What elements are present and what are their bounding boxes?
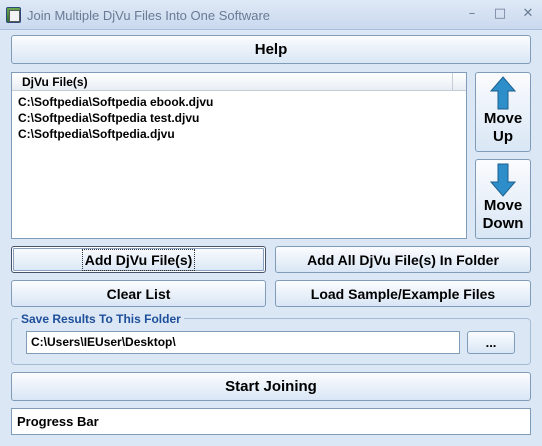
list-header: DjVu File(s) bbox=[12, 73, 466, 91]
move-up-label-line2: Up bbox=[493, 128, 513, 145]
move-down-label-line1: Move bbox=[483, 197, 523, 214]
add-files-label: Add DjVu File(s) bbox=[81, 248, 196, 271]
output-folder-field[interactable]: C:\Users\IEUser\Desktop\ bbox=[26, 331, 460, 354]
title-bar: Join Multiple DjVu Files Into One Softwa… bbox=[0, 0, 542, 30]
arrow-down-icon bbox=[490, 163, 516, 197]
minimize-button[interactable]: – bbox=[464, 6, 480, 22]
add-files-button[interactable]: Add DjVu File(s) bbox=[11, 246, 266, 273]
browse-label: ... bbox=[485, 335, 497, 350]
help-button-label: Help bbox=[254, 41, 288, 58]
clear-list-label: Clear List bbox=[106, 285, 171, 302]
close-button[interactable]: ✕ bbox=[520, 6, 536, 22]
save-results-group-label: Save Results To This Folder bbox=[18, 312, 184, 326]
arrow-up-icon bbox=[490, 76, 516, 110]
move-down-label-line2: Down bbox=[482, 215, 524, 232]
file-list[interactable]: DjVu File(s) C:\Softpedia\Softpedia eboo… bbox=[11, 72, 467, 239]
list-item[interactable]: C:\Softpedia\Softpedia ebook.djvu bbox=[18, 94, 213, 110]
start-joining-label: Start Joining bbox=[225, 378, 317, 395]
move-up-label-line1: Move bbox=[483, 110, 523, 127]
add-folder-label: Add All DjVu File(s) In Folder bbox=[307, 251, 499, 268]
app-icon bbox=[6, 7, 21, 23]
list-item[interactable]: C:\Softpedia\Softpedia.djvu bbox=[18, 126, 175, 142]
browse-button[interactable]: ... bbox=[467, 331, 515, 354]
load-sample-label: Load Sample/Example Files bbox=[310, 285, 496, 302]
move-down-button[interactable]: Move Down bbox=[475, 159, 531, 239]
move-up-button[interactable]: Move Up bbox=[475, 72, 531, 152]
progress-bar: Progress Bar bbox=[11, 408, 531, 435]
maximize-button[interactable]: □ bbox=[492, 6, 508, 22]
window-title: Join Multiple DjVu Files Into One Softwa… bbox=[27, 8, 271, 23]
add-folder-button[interactable]: Add All DjVu File(s) In Folder bbox=[275, 246, 531, 273]
start-joining-button[interactable]: Start Joining bbox=[11, 372, 531, 401]
list-item[interactable]: C:\Softpedia\Softpedia test.djvu bbox=[18, 110, 199, 126]
load-sample-button[interactable]: Load Sample/Example Files bbox=[275, 280, 531, 307]
column-header-djvu-files[interactable]: DjVu File(s) bbox=[12, 73, 453, 91]
clear-list-button[interactable]: Clear List bbox=[11, 280, 266, 307]
help-button[interactable]: Help bbox=[11, 35, 531, 64]
